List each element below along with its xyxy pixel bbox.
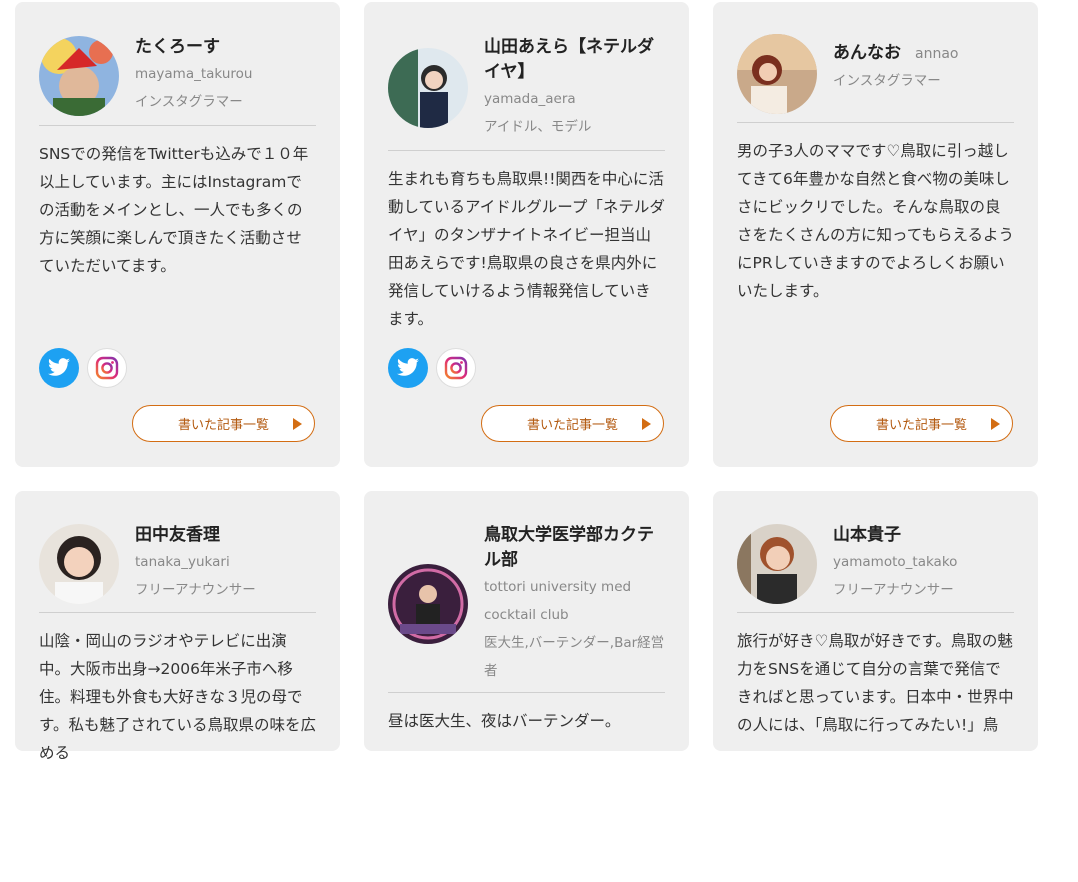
writer-card: 鳥取大学医学部カクテル部 tottori university med cock…: [364, 491, 689, 751]
divider: [388, 150, 665, 151]
writer-handle: yamamoto_takako: [833, 554, 958, 570]
writer-handle: mayama_takurou: [135, 66, 253, 82]
writer-name-row: あんなお annao: [833, 41, 1014, 67]
avatar[interactable]: [388, 48, 468, 128]
writer-name: 鳥取大学医学部カクテル部: [484, 524, 654, 570]
writer-name: 田中友香理: [135, 525, 220, 545]
arrow-right-icon: [293, 418, 302, 430]
card-header: たくろーす mayama_takurou インスタグラマー: [39, 26, 316, 125]
avatar[interactable]: [388, 563, 468, 644]
writer-bio: SNSでの発信をTwitterも込みで１０年以上しています。主にはInstagr…: [39, 145, 309, 275]
twitter-icon[interactable]: [388, 348, 428, 388]
divider: [737, 122, 1014, 123]
writer-handle: yamada_aera: [484, 91, 576, 107]
divider: [388, 692, 665, 693]
writer-bio: 昼は医大生、夜はバーテンダー。: [388, 712, 621, 730]
writer-handle: tottori university med cocktail club: [484, 578, 632, 623]
divider: [39, 125, 316, 126]
articles-button-label: 書いた記事一覧: [177, 418, 269, 433]
card-header: 田中友香理 tanaka_yukari フリーアナウンサー: [39, 515, 316, 612]
card-header: 鳥取大学医学部カクテル部 tottori university med cock…: [388, 515, 665, 692]
writer-bio: 山陰・岡山のラジオやテレビに出演中。大阪市出身→2006年米子市へ移住。料理も外…: [39, 632, 316, 762]
writer-card: あんなお annao インスタグラマー 男の子3人のママです♡鳥取に引っ越してきて…: [713, 2, 1038, 467]
writer-name: あんなお: [833, 43, 901, 63]
articles-button-label: 書いた記事一覧: [875, 418, 967, 433]
arrow-right-icon: [991, 418, 1000, 430]
writer-bio: 男の子3人のママです♡鳥取に引っ越してきて6年豊かな自然と食べ物の美味しさにビッ…: [737, 142, 1014, 300]
instagram-icon[interactable]: [87, 348, 127, 388]
articles-list-button[interactable]: 書いた記事一覧: [132, 405, 315, 442]
writer-role: インスタグラマー: [135, 94, 243, 110]
instagram-icon[interactable]: [436, 348, 476, 388]
writer-name: たくろーす: [135, 37, 220, 57]
writer-name: 山田あえら【ネテルダイヤ】: [484, 37, 654, 82]
social-links: [388, 348, 476, 388]
writer-role: フリーアナウンサー: [833, 582, 954, 598]
avatar[interactable]: [737, 523, 817, 604]
writer-card: 山田あえら【ネテルダイヤ】 yamada_aera アイドル、モデル 生まれも育…: [364, 2, 689, 467]
card-header: あんなお annao インスタグラマー: [737, 26, 1014, 122]
writer-role: 医大生,バーテンダー,Bar経営者: [484, 634, 665, 679]
writer-handle: annao: [915, 46, 959, 62]
writer-bio: 旅行が好き♡鳥取が好きです。鳥取の魅力をSNSを通じて自分の言葉で発信できればと…: [737, 632, 1014, 734]
writer-role: インスタグラマー: [833, 73, 941, 89]
writer-bio: 生まれも育ちも鳥取県!!関西を中心に活動しているアイドルグループ「ネテルダイヤ」…: [388, 170, 665, 328]
articles-button-label: 書いた記事一覧: [526, 418, 618, 433]
writer-card: 田中友香理 tanaka_yukari フリーアナウンサー 山陰・岡山のラジオや…: [15, 491, 340, 762]
writer-card: 山本貴子 yamamoto_takako フリーアナウンサー 旅行が好き♡鳥取が…: [713, 491, 1038, 751]
writer-role: フリーアナウンサー: [135, 582, 256, 598]
divider: [39, 612, 316, 613]
card-header: 山本貴子 yamamoto_takako フリーアナウンサー: [737, 515, 1014, 612]
writer-card: たくろーす mayama_takurou インスタグラマー SNSでの発信をTw…: [15, 2, 340, 467]
twitter-icon[interactable]: [39, 348, 79, 388]
writer-handle: tanaka_yukari: [135, 554, 230, 570]
articles-list-button[interactable]: 書いた記事一覧: [481, 405, 664, 442]
social-links: [39, 348, 127, 388]
arrow-right-icon: [642, 418, 651, 430]
avatar[interactable]: [737, 34, 817, 114]
writer-role: アイドル、モデル: [484, 119, 592, 135]
articles-list-button[interactable]: 書いた記事一覧: [830, 405, 1013, 442]
writer-name: 山本貴子: [833, 525, 901, 545]
avatar[interactable]: [39, 523, 119, 604]
divider: [737, 612, 1014, 613]
avatar[interactable]: [39, 35, 119, 116]
card-header: 山田あえら【ネテルダイヤ】 yamada_aera アイドル、モデル: [388, 26, 665, 150]
